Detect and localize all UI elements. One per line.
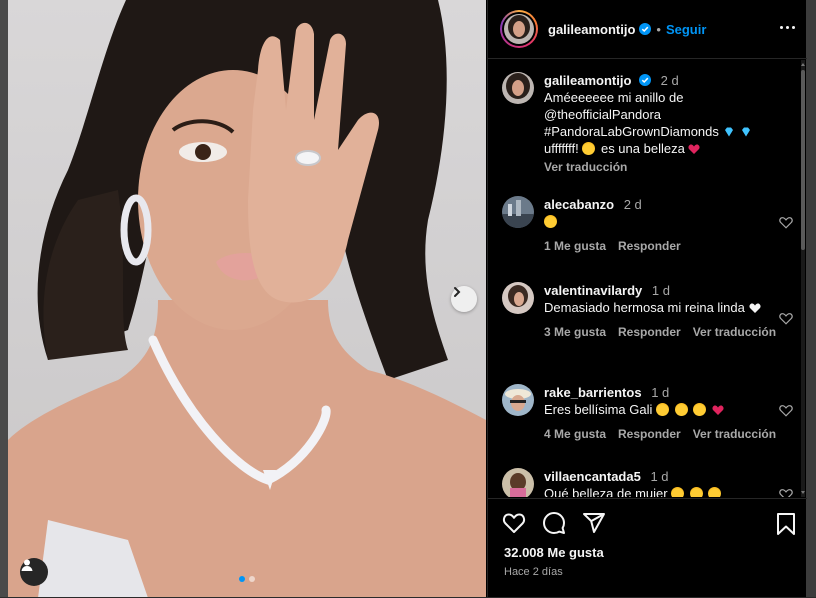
carousel-dot (249, 576, 255, 582)
diamond-emoji-icon (724, 127, 733, 137)
comment-text: Eres bellísima Gali (544, 402, 653, 417)
commenter-avatar[interactable] (502, 468, 534, 497)
comment-likes[interactable]: 4 Me gusta (544, 426, 606, 443)
star-eyes-emoji-icon (693, 403, 707, 416)
comment-item: alecabanzo 2 d 1 Me gusta Responder (502, 196, 792, 255)
reply-button[interactable]: Responder (618, 426, 681, 443)
share-icon[interactable] (582, 511, 606, 535)
caption-line: Améeeeeee mi anillo de (544, 90, 684, 105)
comments-scrollbar[interactable] (800, 60, 806, 497)
comments-list[interactable]: galileamontijo 2 d Améeeeeee mi anillo d… (488, 60, 807, 497)
carousel-dot-active (239, 576, 245, 582)
comment-text: Demasiado hermosa mi reina linda (544, 300, 745, 315)
see-translation-link[interactable]: Ver traducción (693, 426, 776, 443)
caption-username[interactable]: galileamontijo (544, 73, 631, 88)
heart-icon[interactable] (502, 511, 526, 535)
comment-time: 1 d (650, 469, 669, 484)
post-header: galileamontijo • Seguir (488, 0, 807, 59)
chevron-right-icon (454, 287, 461, 297)
commenter-avatar[interactable] (502, 196, 534, 228)
comment-username[interactable]: rake_barrientos (544, 385, 642, 400)
star-eyes-emoji-icon (656, 403, 669, 416)
red-heart-emoji-icon (688, 144, 701, 154)
page-backdrop-right (806, 0, 816, 598)
carousel-indicator (239, 576, 255, 582)
comment-like-icon[interactable] (779, 216, 793, 229)
see-translation-link[interactable]: Ver traducción (693, 324, 776, 341)
comment-like-icon[interactable] (779, 404, 793, 417)
comment-like-icon[interactable] (779, 312, 793, 325)
verified-badge-icon (639, 23, 652, 35)
commenter-avatar[interactable] (502, 384, 534, 416)
caption: galileamontijo 2 d Améeeeeee mi anillo d… (502, 72, 792, 176)
carousel-next-button[interactable] (451, 286, 477, 312)
comment-time: 1 d (651, 283, 670, 298)
red-heart-emoji-icon (712, 405, 724, 415)
verified-badge-icon (639, 74, 652, 86)
white-heart-emoji-icon (748, 303, 761, 313)
author-username[interactable]: galileamontijo (548, 22, 635, 37)
caption-line: ufffffff! (544, 141, 579, 156)
comment-item: villaencantada5 1 d Qué belleza de mujer (502, 468, 792, 497)
comment-icon[interactable] (542, 511, 566, 535)
star-eyes-emoji-icon (708, 487, 722, 497)
comment-username[interactable]: villaencantada5 (544, 469, 641, 484)
comment-text: Qué belleza de mujer (544, 486, 668, 497)
follow-button[interactable]: Seguir (666, 22, 706, 37)
tagged-users-button[interactable] (20, 558, 48, 586)
star-eyes-emoji-icon (671, 487, 685, 497)
comment-item: rake_barrientos 1 d Eres bellísima Gali … (502, 384, 792, 443)
star-eyes-emoji-icon (582, 142, 596, 155)
commenter-avatar[interactable] (502, 282, 534, 314)
caption-line: es una belleza (600, 141, 685, 156)
caption-hashtag[interactable]: #PandoraLabGrownDiamonds (544, 124, 719, 139)
author-avatar-ring[interactable] (500, 10, 538, 48)
bookmark-icon[interactable] (775, 512, 797, 536)
comment-time: 2 d (623, 197, 642, 212)
comment-username[interactable]: alecabanzo (544, 197, 614, 212)
author-avatar-small[interactable] (502, 72, 534, 104)
author-avatar (504, 14, 534, 44)
comment-like-icon[interactable] (779, 488, 793, 497)
caption-time: 2 d (660, 73, 679, 88)
diamond-emoji-icon (742, 127, 751, 137)
star-eyes-emoji-icon (544, 215, 557, 228)
see-translation-link[interactable]: Ver traducción (544, 159, 782, 176)
more-options-icon[interactable] (774, 20, 801, 35)
comment-likes[interactable]: 3 Me gusta (544, 324, 606, 341)
comment-likes[interactable]: 1 Me gusta (544, 238, 606, 255)
post-actions: 32.008 Me gusta Hace 2 días (488, 498, 807, 598)
page-backdrop-left (0, 0, 8, 598)
like-count[interactable]: 32.008 Me gusta (504, 545, 604, 560)
post-photo-illustration (8, 0, 486, 598)
user-tag-icon (21, 559, 33, 571)
star-eyes-emoji-icon (674, 403, 688, 416)
star-eyes-emoji-icon (689, 487, 703, 497)
post-timestamp: Hace 2 días (504, 566, 563, 578)
post-details-panel: galileamontijo • Seguir galileamontijo 2… (487, 0, 807, 598)
reply-button[interactable]: Responder (618, 324, 681, 341)
post-photo[interactable] (8, 0, 486, 598)
reply-button[interactable]: Responder (618, 238, 681, 255)
comment-item: valentinavilardy 1 d Demasiado hermosa m… (502, 282, 792, 341)
caption-mention[interactable]: @theofficialPandora (544, 106, 782, 123)
comment-username[interactable]: valentinavilardy (544, 283, 642, 298)
comment-time: 1 d (651, 385, 670, 400)
header-separator: • (656, 21, 661, 37)
